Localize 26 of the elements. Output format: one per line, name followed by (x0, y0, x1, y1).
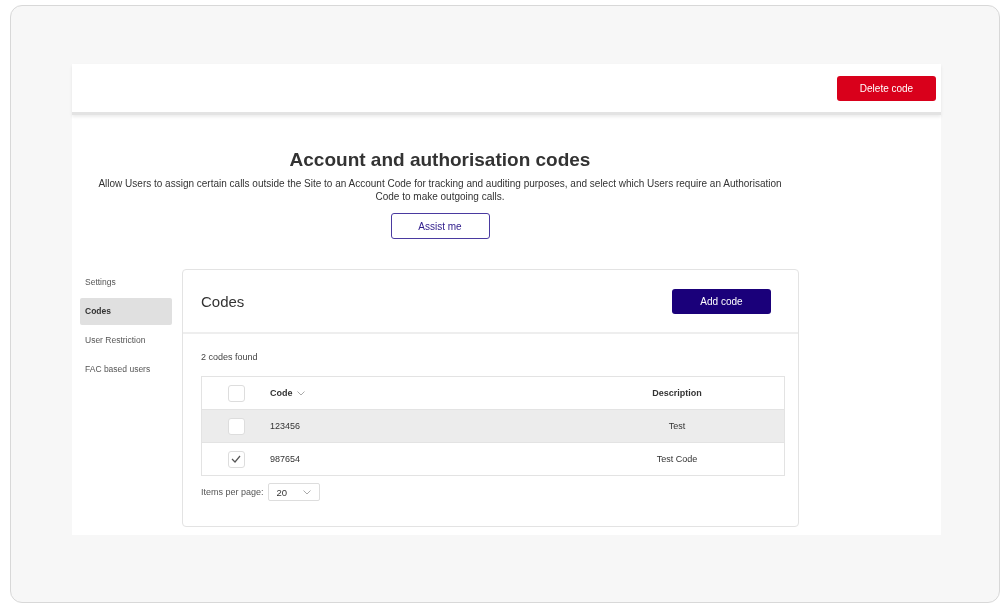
card-title: Codes (201, 292, 245, 310)
add-button[interactable]: Add code (672, 288, 771, 314)
checkbox[interactable] (227, 417, 245, 435)
table-cell-text: Test (667, 421, 687, 431)
pagination-label: Items per page: (201, 487, 264, 497)
table-row[interactable]: 987654 Test Code (202, 442, 784, 475)
page-description: Allow Users to assign certain calls outside the Site to an Account Code for tracking and auditing purposes, and select which Users require an Authorisation Code to make outgoing calls. (97, 177, 783, 203)
page-title: Account and authorisation codes (289, 149, 591, 171)
page-size-dropdown[interactable]: 20 (267, 483, 320, 501)
sidebar-item[interactable]: Codes (80, 298, 172, 325)
sidebar-item[interactable]: Settings (80, 269, 172, 296)
checkbox[interactable] (227, 384, 245, 402)
column-header[interactable]: Description (470, 388, 784, 398)
caret-icon (302, 489, 311, 495)
assist-button[interactable]: Assist me (390, 213, 490, 239)
result-count: 2 codes found (201, 352, 259, 362)
table-cell-text: Test Code (655, 454, 699, 464)
delete-button[interactable]: Delete code (837, 75, 936, 101)
sidebar-item[interactable]: User Restriction (80, 327, 172, 354)
table-row[interactable]: 123456 Test (202, 409, 784, 442)
table-cell: 123456 (270, 421, 301, 431)
column-header[interactable]: Code (270, 388, 293, 398)
checkbox[interactable] (227, 450, 245, 468)
table-cell: 987654 (270, 454, 301, 464)
checkmark-icon (231, 455, 241, 463)
sidebar-item[interactable]: FAC based users (80, 356, 172, 383)
